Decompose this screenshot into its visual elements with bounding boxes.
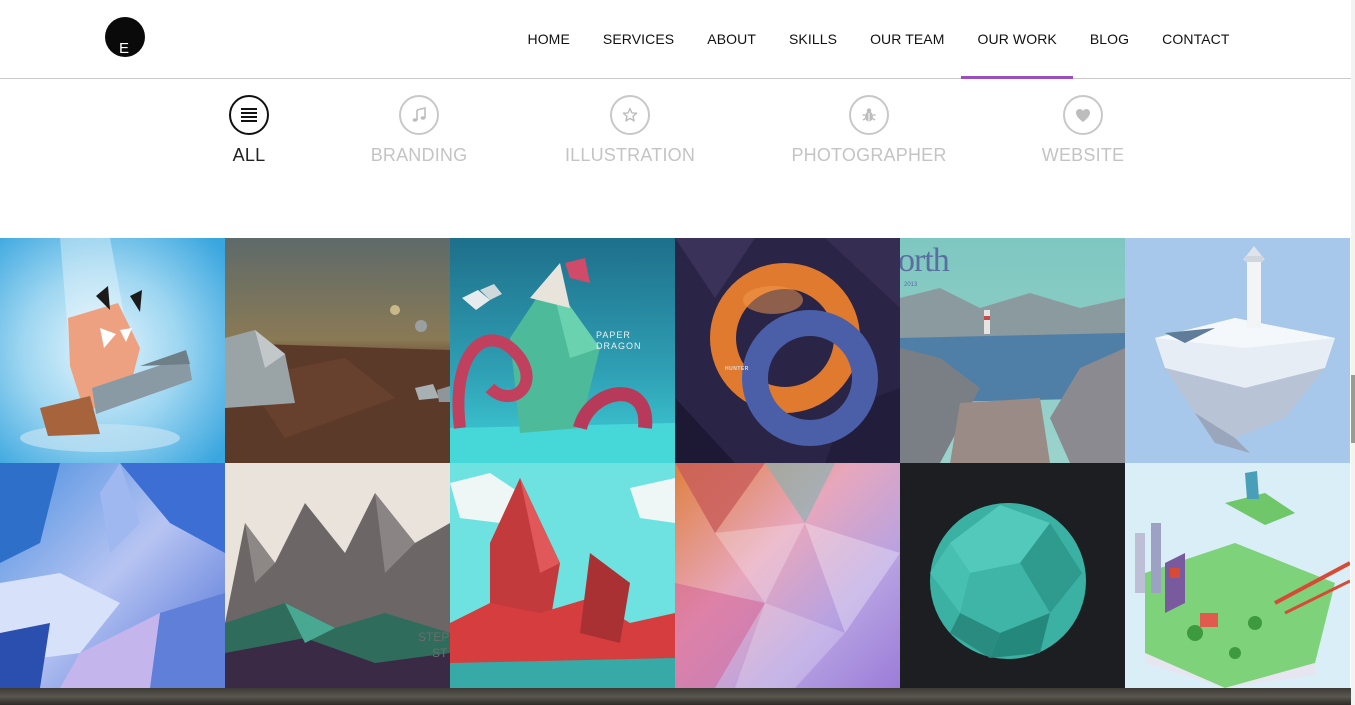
portfolio-item-teal-sphere[interactable] — [900, 463, 1125, 688]
portfolio-item-paper-dragon[interactable]: PAPER DRAGON — [450, 238, 675, 463]
filter-illustration[interactable]: ILLUSTRATION — [560, 95, 700, 166]
nav-contact[interactable]: CONTACT — [1146, 0, 1246, 78]
tile-caption: 2013 — [904, 282, 918, 288]
portfolio-item-desert-planet[interactable] — [225, 238, 450, 463]
portfolio-item-city-island[interactable] — [1125, 463, 1350, 688]
filter-label: ALL — [232, 145, 266, 165]
portfolio-grid: PAPER DRAGON HUNTER orth 2013 STEP ST — [0, 238, 1351, 688]
tile-caption: ST — [432, 646, 448, 660]
portfolio-item-ice-cave[interactable] — [0, 463, 225, 688]
next-section-preview — [0, 688, 1351, 705]
nav-skills[interactable]: SKILLS — [772, 0, 853, 78]
logo-letter: E — [119, 40, 130, 57]
nav-services[interactable]: SERVICES — [586, 0, 690, 78]
scrollbar-thumb[interactable] — [1351, 375, 1355, 443]
filter-all[interactable]: ALL — [220, 95, 278, 166]
filter-label: WEBSITE — [1041, 145, 1125, 165]
logo[interactable]: E — [105, 17, 145, 57]
tile-caption: HUNTER — [725, 366, 749, 372]
nav-blog[interactable]: BLOG — [1073, 0, 1145, 78]
filter-website[interactable]: WEBSITE — [1038, 95, 1128, 166]
heart-icon — [1063, 95, 1103, 135]
tile-caption: STEP — [418, 630, 450, 644]
tile-caption: DRAGON — [596, 341, 642, 351]
portfolio-item-crystal-mountains[interactable]: STEP ST — [225, 463, 450, 688]
page-scrollbar[interactable] — [1351, 0, 1355, 705]
portfolio-item-hunter-ring[interactable]: HUNTER — [675, 238, 900, 463]
filter-branding[interactable]: BRANDING — [364, 95, 474, 166]
main-nav: HOME SERVICES ABOUT SKILLS OUR TEAM OUR … — [511, 0, 1246, 79]
portfolio-item-red-mountain[interactable] — [450, 463, 675, 688]
nav-about[interactable]: ABOUT — [691, 0, 773, 78]
list-icon — [229, 95, 269, 135]
nav-home[interactable]: HOME — [511, 0, 586, 78]
tile-caption: PAPER — [596, 330, 631, 340]
filter-label: PHOTOGRAPHER — [791, 145, 947, 165]
tile-caption: orth — [900, 242, 950, 279]
portfolio-item-north-lake[interactable]: orth 2013 — [900, 238, 1125, 463]
filter-photographer[interactable]: PHOTOGRAPHER — [788, 95, 950, 166]
portfolio-item-floating-lighthouse[interactable] — [1125, 238, 1350, 463]
star-icon — [610, 95, 650, 135]
portfolio-item-pastel-triangles[interactable] — [675, 463, 900, 688]
nav-our-work[interactable]: OUR WORK — [961, 0, 1074, 79]
filter-label: ILLUSTRATION — [564, 145, 696, 165]
site-header: E HOME SERVICES ABOUT SKILLS OUR TEAM OU… — [0, 0, 1351, 79]
filter-label: BRANDING — [370, 145, 468, 165]
portfolio-item-character[interactable] — [0, 238, 225, 463]
bug-icon — [849, 95, 889, 135]
music-note-icon — [399, 95, 439, 135]
nav-our-team[interactable]: OUR TEAM — [854, 0, 961, 78]
